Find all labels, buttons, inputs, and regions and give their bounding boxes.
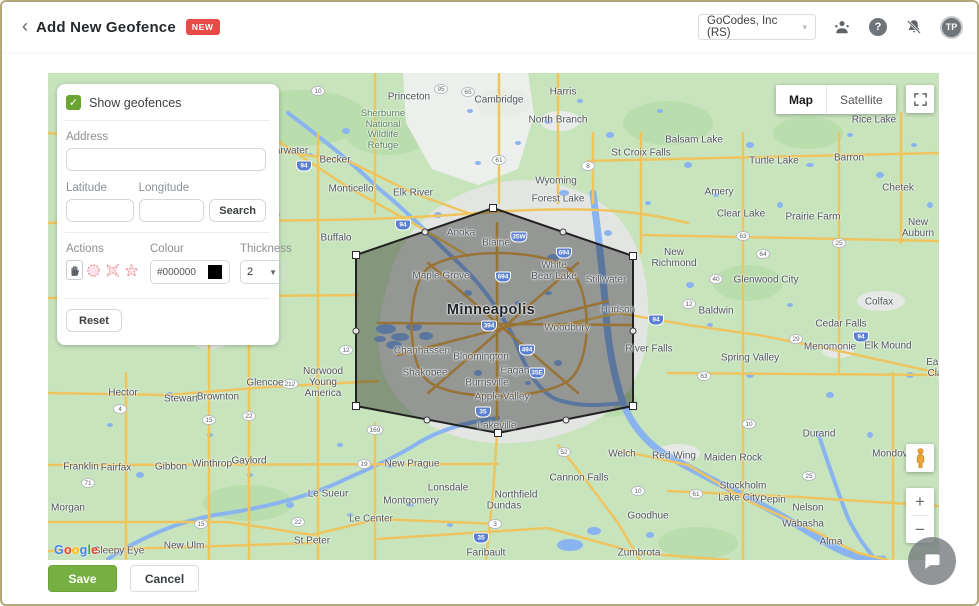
- fullscreen-icon: [913, 92, 928, 107]
- geofence-midpoint-handle[interactable]: [353, 327, 360, 334]
- geofence-vertex-handle[interactable]: [494, 429, 502, 437]
- colour-field: [150, 260, 230, 284]
- address-input[interactable]: [66, 148, 266, 171]
- latitude-input[interactable]: [66, 199, 134, 222]
- chat-fab-button[interactable]: [908, 537, 956, 585]
- google-logo: Google: [54, 543, 98, 557]
- cancel-button[interactable]: Cancel: [130, 565, 199, 592]
- divider: [65, 120, 270, 121]
- chat-bubble-icon: [922, 551, 942, 571]
- divider: [65, 232, 270, 233]
- geofence-midpoint-handle[interactable]: [562, 416, 569, 423]
- zoom-in-button[interactable]: +: [906, 488, 934, 515]
- save-button[interactable]: Save: [48, 565, 117, 592]
- geofence-form-panel: ✓ Show geofences Address Latitude Longit…: [57, 84, 279, 345]
- draw-polygon-icon[interactable]: [105, 260, 121, 280]
- longitude-input[interactable]: [139, 199, 205, 222]
- chevron-down-icon: ▾: [802, 22, 807, 33]
- colour-label: Colour: [150, 243, 230, 255]
- new-badge: NEW: [186, 19, 220, 35]
- org-selector[interactable]: GoCodes, Inc (RS) ▾: [698, 14, 816, 40]
- header: ‹ Add New Geofence NEW GoCodes, Inc (RS)…: [2, 2, 977, 52]
- thickness-label: Thickness: [240, 243, 292, 255]
- colour-input[interactable]: [157, 267, 205, 278]
- referral-icon[interactable]: [832, 17, 852, 37]
- divider: [65, 298, 270, 299]
- draw-star-icon[interactable]: [124, 260, 140, 280]
- map-type-control: Map Satellite: [776, 85, 896, 114]
- fullscreen-button[interactable]: [906, 85, 934, 113]
- geofence-vertex-handle[interactable]: [489, 204, 497, 212]
- search-button[interactable]: Search: [209, 199, 266, 222]
- pegman-button[interactable]: [906, 444, 934, 472]
- geofence-vertex-handle[interactable]: [352, 402, 360, 410]
- geofence-vertex-handle[interactable]: [629, 252, 637, 260]
- thickness-value: 2: [247, 266, 253, 278]
- map-type-map-button[interactable]: Map: [776, 85, 826, 114]
- longitude-label: Longitude: [139, 182, 205, 194]
- avatar[interactable]: TP: [940, 16, 963, 39]
- geofence-midpoint-handle[interactable]: [424, 416, 431, 423]
- org-selector-value: GoCodes, Inc (RS): [707, 15, 796, 39]
- latitude-label: Latitude: [66, 182, 134, 194]
- map-type-satellite-button[interactable]: Satellite: [826, 85, 896, 114]
- geofence-midpoint-handle[interactable]: [421, 228, 428, 235]
- notifications-off-icon[interactable]: [904, 17, 924, 37]
- page-title: Add New Geofence: [36, 19, 176, 36]
- chevron-down-icon: ▼: [269, 268, 277, 277]
- show-geofences-label: Show geofences: [89, 96, 181, 110]
- geofence-midpoint-handle[interactable]: [630, 328, 637, 335]
- geofence-vertex-handle[interactable]: [629, 402, 637, 410]
- actions-label: Actions: [66, 243, 140, 255]
- pegman-icon: [913, 448, 928, 468]
- help-icon[interactable]: ?: [868, 17, 888, 37]
- draw-circle-icon[interactable]: [86, 260, 102, 280]
- thickness-select[interactable]: 2 ▼: [240, 260, 284, 284]
- app-window: ‹ Add New Geofence NEW GoCodes, Inc (RS)…: [0, 0, 979, 606]
- address-label: Address: [66, 131, 266, 143]
- geofence-midpoint-handle[interactable]: [560, 229, 567, 236]
- colour-swatch[interactable]: [208, 265, 222, 279]
- show-geofences-checkbox[interactable]: ✓: [66, 95, 81, 110]
- back-chevron-icon[interactable]: ‹: [22, 16, 28, 37]
- footer-actions: Save Cancel: [48, 565, 199, 592]
- geofence-vertex-handle[interactable]: [352, 251, 360, 259]
- zoom-control: + −: [906, 488, 934, 543]
- pan-tool-icon[interactable]: [66, 260, 83, 280]
- reset-button[interactable]: Reset: [66, 309, 122, 332]
